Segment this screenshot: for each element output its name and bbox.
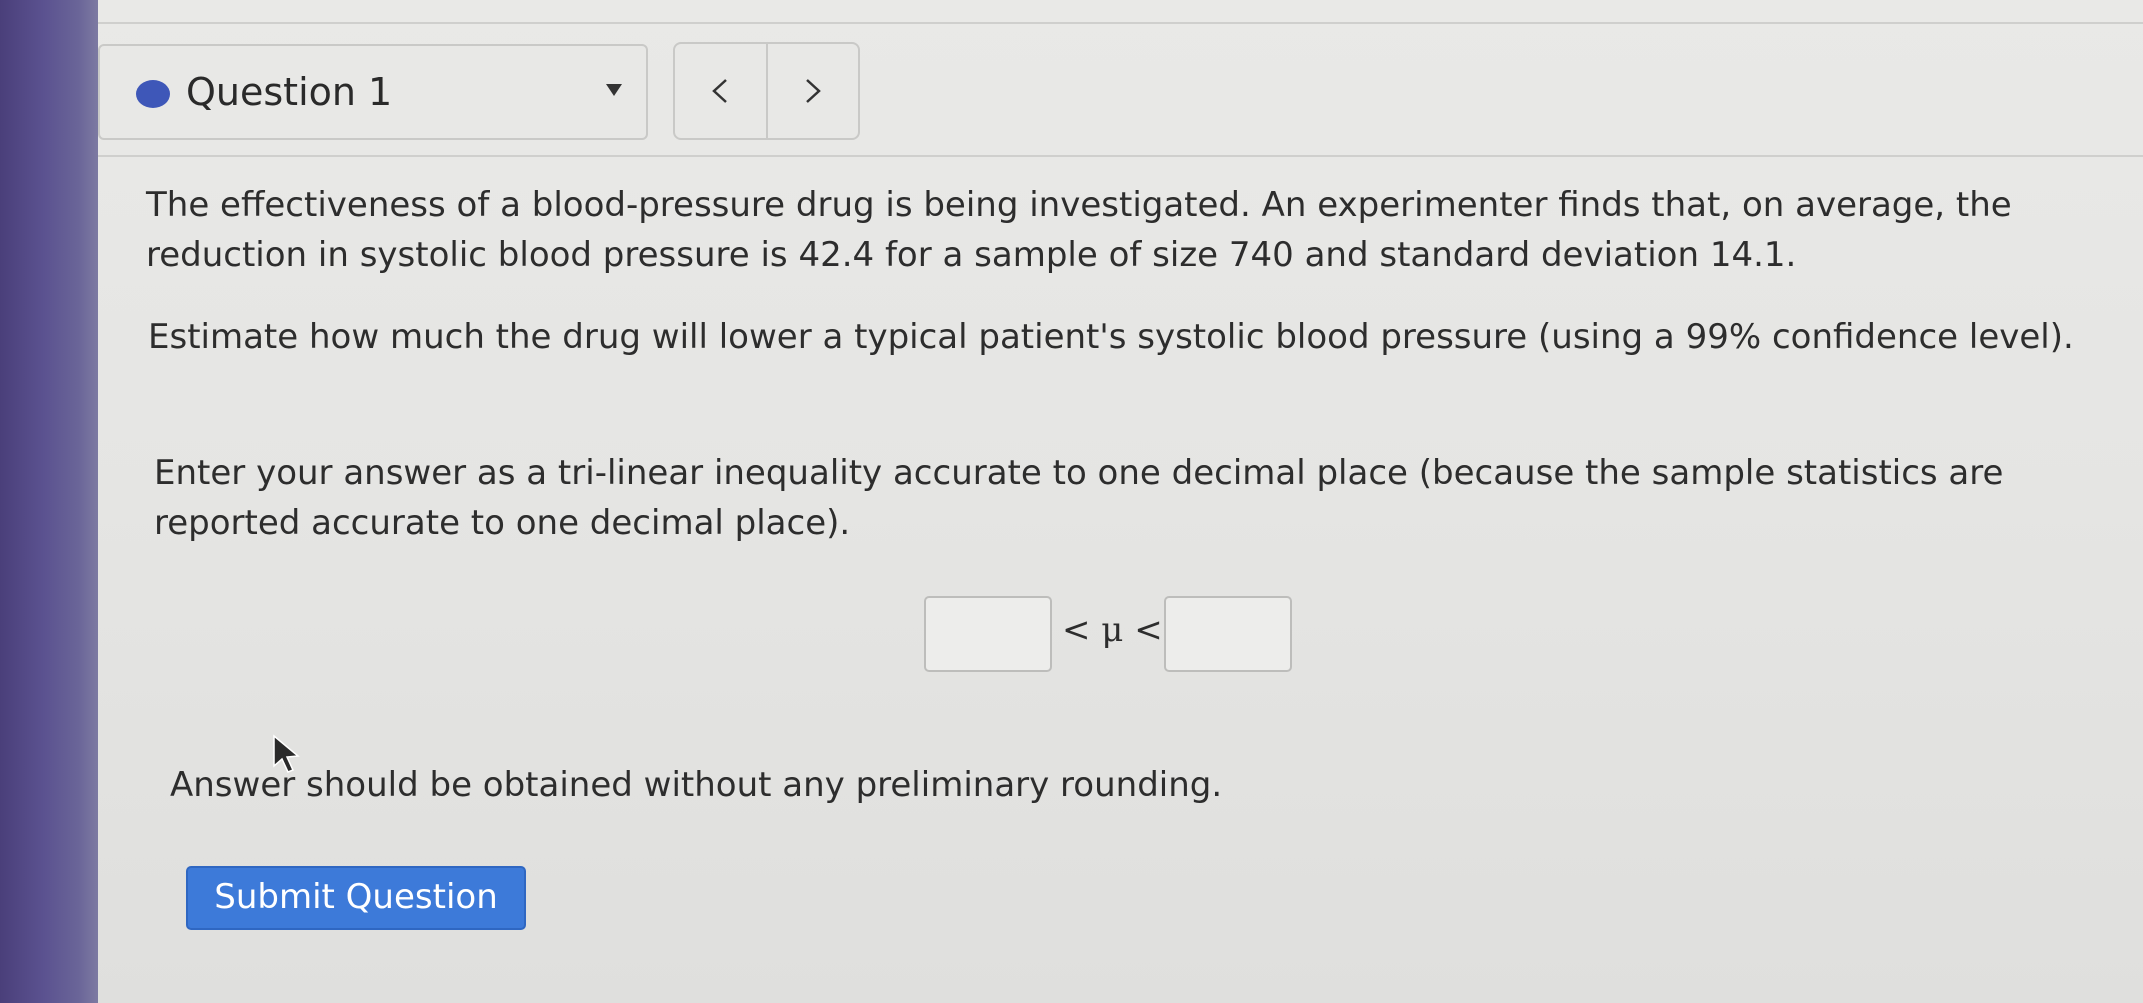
problem-instructions: Enter your answer as a tri-linear inequa… (154, 453, 2004, 543)
next-question-button[interactable] (768, 44, 859, 138)
submit-question-button[interactable]: Submit Question (186, 866, 526, 930)
question-status-dot-icon (136, 80, 170, 108)
question-selector[interactable]: Question 1 (98, 44, 648, 140)
screen-bezel (0, 0, 98, 1003)
upper-bound-input[interactable] (1164, 596, 1292, 672)
problem-task: Estimate how much the drug will lower a … (148, 317, 2074, 357)
chevron-left-icon (712, 79, 727, 103)
question-page: Question 1 The effectiveness of a blood-… (98, 0, 2143, 1003)
question-nav (673, 42, 860, 140)
answer-inequality: < μ < (924, 596, 1324, 676)
previous-question-button[interactable] (675, 44, 766, 138)
section-divider (98, 155, 2143, 157)
chevron-down-icon (606, 84, 622, 96)
chevron-right-icon (806, 79, 821, 103)
lower-bound-input[interactable] (924, 596, 1052, 672)
top-divider (98, 22, 2143, 24)
inequality-symbol: < μ < (1062, 610, 1163, 650)
problem-statement: The effectiveness of a blood-pressure dr… (146, 185, 2012, 275)
rounding-hint: Answer should be obtained without any pr… (170, 765, 1223, 805)
question-selector-label: Question 1 (186, 70, 393, 114)
